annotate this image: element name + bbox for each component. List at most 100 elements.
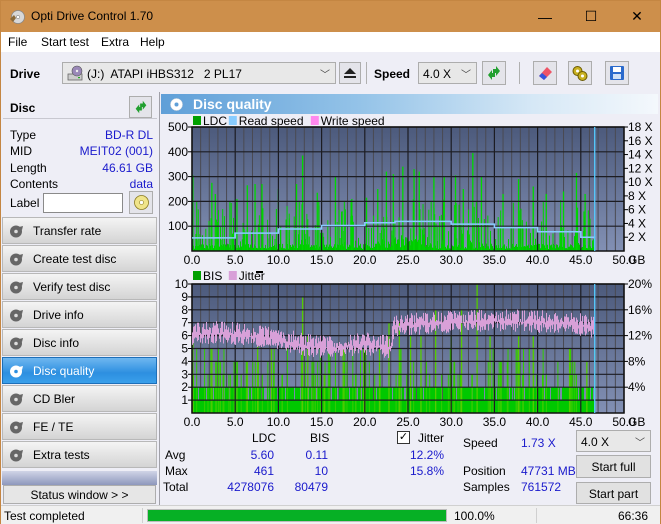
x-axis-label: GB [628,253,645,264]
nav-item-cd-bler[interactable]: CD Bler [2,385,157,412]
nav-item-label: Transfer rate [33,224,102,238]
status-text: Test completed [4,509,85,523]
nav-item-disc-quality[interactable]: Disc quality [2,357,157,384]
nav-item-create-test-disc[interactable]: Create test disc [2,245,157,272]
position-label: Position [463,464,506,478]
avg-bis: 0.11 [305,448,328,462]
test-speed-select[interactable]: 4.0 X ﹀ [576,430,651,452]
minimize-button[interactable]: — [522,1,568,32]
chevron-down-icon: ﹀ [320,70,330,81]
y-tick-label-left: 300 [168,170,188,184]
start-full-button[interactable]: Start full [576,455,651,478]
maximize-button[interactable]: ☐ [568,1,614,32]
x-tick-label: 0.0 [184,415,201,428]
nav-item-transfer-rate[interactable]: Transfer rate [2,217,157,244]
drive-select-value: (J:) ATAPI iHBS312 2 PL17 [87,67,242,81]
y-tick-label-right: 12 X [628,161,653,175]
y-tick-label-left: 6 [181,329,188,343]
legend-swatch [193,271,201,280]
disc-refresh-button[interactable] [129,96,152,118]
nav-item-verify-test-disc[interactable]: Verify test disc [2,273,157,300]
legend-swatch [310,116,319,125]
drive-label: Drive [10,67,41,81]
jitter-header: Jitter [418,431,445,445]
nav-filler [2,471,157,485]
drive-select[interactable]: (J:) ATAPI iHBS312 2 PL17 ﹀ [62,62,336,84]
start-part-button[interactable]: Start part [576,482,651,504]
y-tick-label-left: 100 [168,219,188,233]
y-tick-label-left: 2 [181,380,188,394]
refresh-button[interactable] [482,61,506,85]
y-tick-label-right: 20% [628,277,652,291]
disc-test-icon [10,393,23,406]
y-tick-label-left: 4 [181,354,188,368]
disc-contents-key: Contents [10,177,59,191]
x-tick-label: 0.0 [184,253,201,264]
disc-length-value: 46.61 GB [102,161,153,175]
refresh-icon [135,100,146,114]
chevron-down-icon: ﹀ [635,438,645,449]
samples-label: Samples [463,480,510,494]
menu-extra[interactable]: Extra [101,35,129,49]
speed-select[interactable]: 4.0 X ﹀ [418,62,477,84]
x-tick-label: 35.0 [483,415,507,428]
legend-swatch [228,271,237,280]
menu-help[interactable]: Help [140,35,165,49]
legend-swatch [228,116,237,125]
disc-label-input[interactable] [43,193,123,213]
save-button[interactable] [605,61,629,85]
left-panel: Disc Type BD-R DL MID MEIT02 (001) Lengt… [1,92,159,505]
refresh-icon [488,66,500,80]
nav-item-fe-te[interactable]: FE / TE [2,413,157,440]
x-tick-label: 15.0 [310,253,334,264]
x-tick-label: 40.0 [526,415,550,428]
jitter-checkbox[interactable]: ✓ [397,431,410,444]
x-tick-label: 35.0 [483,253,507,264]
x-tick-label: 5.0 [227,253,244,264]
nav-item-label: Disc info [33,336,80,350]
disc-label-button[interactable] [129,191,153,214]
save-icon [610,66,624,80]
settings-button[interactable] [568,61,592,85]
col-ldc-header: LDC [252,431,277,445]
menu-start-test[interactable]: Start test [41,35,89,49]
nav-item-disc-info[interactable]: Disc info [2,329,157,356]
avg-label: Avg [165,448,186,462]
menu-file[interactable]: File [8,35,27,49]
minimize-icon: — [538,8,552,25]
y-tick-label-right: 8 X [628,189,646,203]
nav-item-drive-info[interactable]: Drive info [2,301,157,328]
speed-value: 1.73 X [521,436,556,450]
col-bis-header: BIS [310,431,330,445]
menu-bar: File Start test Extra Help [1,32,660,52]
y-tick-label-left: 10 [175,277,189,291]
status-bar: Test completed 100.0% 66:36 [1,505,660,524]
app-logo-icon [10,10,25,24]
close-button[interactable]: ✕ [614,1,660,32]
disc-info-panel: Disc Type BD-R DL MID MEIT02 (001) Lengt… [3,95,157,214]
x-tick-label: 40.0 [526,253,550,264]
status-window-button[interactable]: Status window > > [3,485,156,504]
samples-value: 761572 [521,480,562,494]
y-tick-label-right: 14 X [628,148,653,162]
disc-header: Disc [3,95,157,119]
stats-panel: LDC BIS ✓ Jitter Avg 5.60 0.11 12.2% Max… [160,428,661,505]
toolbar-divider [519,62,520,84]
toolbar-divider [366,62,367,84]
nav-item-extra-tests[interactable]: Extra tests [2,441,157,468]
speed-label: Speed [463,436,498,450]
x-tick-label: 25.0 [396,415,420,428]
close-icon: ✕ [631,8,643,24]
eraser-icon [539,67,552,80]
disc-test-icon [10,281,23,294]
eject-button[interactable] [339,62,361,84]
y-tick-label-left: 9 [181,290,188,304]
y-tick-label-right: 8% [628,354,646,368]
toolbar: Drive (J:) ATAPI iHBS312 2 PL17 ﹀ Speed … [1,52,660,92]
erase-button[interactable] [533,61,557,85]
y-tick-label-right: 10 X [628,175,653,189]
nav-item-label: Disc quality [33,364,95,378]
y-tick-label-left: 7 [181,316,188,330]
progress-bar [147,509,447,522]
disc-test-icon [10,309,23,322]
